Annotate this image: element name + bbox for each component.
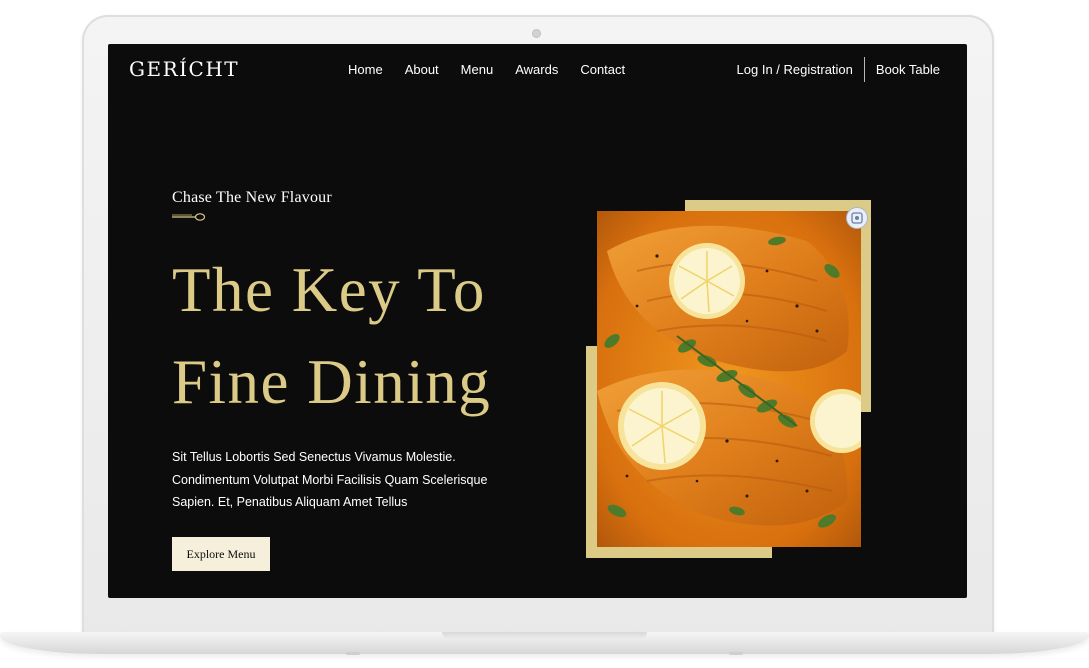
laptop-foot xyxy=(346,652,360,655)
hero-subtitle: Chase The New Flavour xyxy=(172,189,332,206)
hero-title-line-1: The Key To xyxy=(172,255,486,325)
nav-item-awards[interactable]: Awards xyxy=(515,62,558,77)
hero-description: Sit Tellus Lobortis Sed Senectus Vivamus… xyxy=(172,450,488,509)
spoon-icon xyxy=(172,213,206,221)
image-zoom-icon[interactable] xyxy=(846,207,868,229)
auth-links: Log In / Registration Book Table xyxy=(737,57,940,82)
camera-icon xyxy=(532,29,541,38)
laptop-foot xyxy=(729,652,743,655)
salmon-dish-photo xyxy=(597,211,861,547)
nav-item-menu[interactable]: Menu xyxy=(461,62,494,77)
main-nav: Home About Menu Awards Contact xyxy=(348,62,647,77)
explore-menu-button[interactable]: Explore Menu xyxy=(172,537,270,571)
hero-title-line-2: Fine Dining xyxy=(172,347,492,417)
book-table-link[interactable]: Book Table xyxy=(876,62,940,77)
brand-logo[interactable]: GERÍCHT xyxy=(129,57,239,81)
laptop-mockup: GERÍCHT Home About Menu Awards Contact L… xyxy=(0,0,1089,668)
login-registration-link[interactable]: Log In / Registration xyxy=(737,62,853,77)
nav-item-about[interactable]: About xyxy=(405,62,439,77)
laptop-notch xyxy=(442,632,647,639)
website-screen: GERÍCHT Home About Menu Awards Contact L… xyxy=(108,44,967,598)
nav-item-home[interactable]: Home xyxy=(348,62,383,77)
nav-divider xyxy=(863,57,865,82)
nav-item-contact[interactable]: Contact xyxy=(580,62,625,77)
hero-title: The Key To Fine Dining xyxy=(172,244,572,428)
